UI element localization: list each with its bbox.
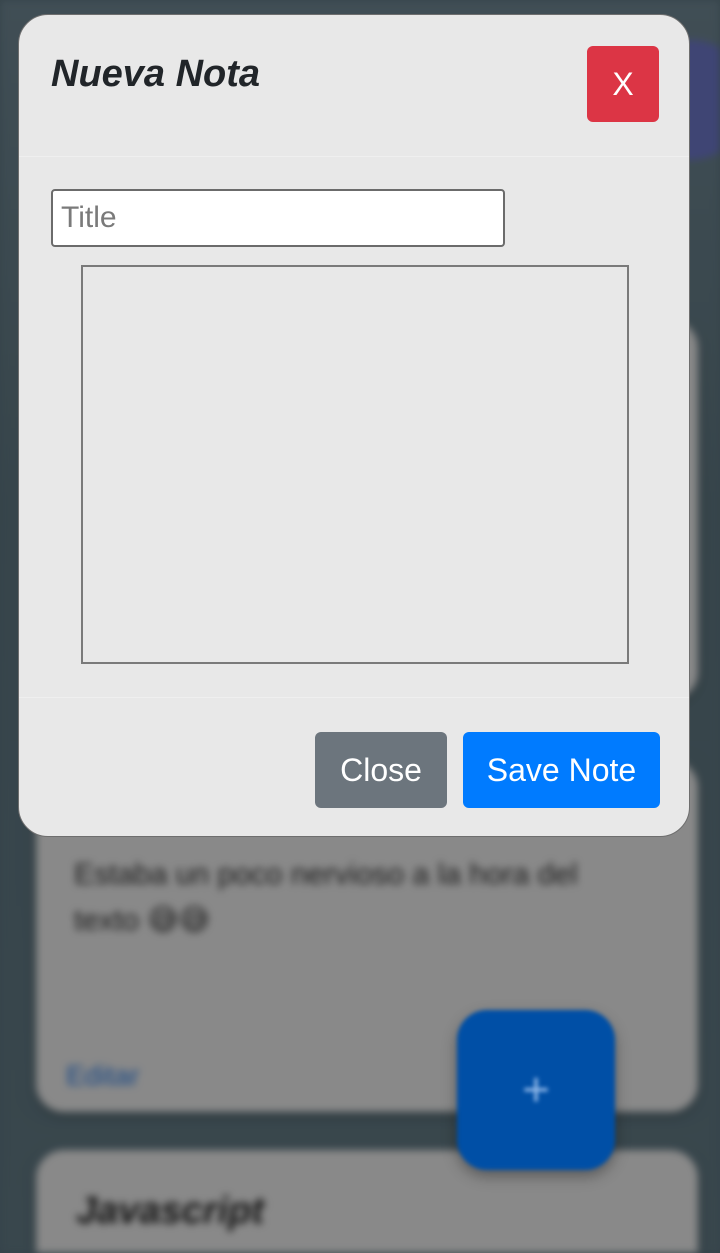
close-x-button[interactable]: X bbox=[587, 46, 659, 122]
modal-footer: Close Save Note bbox=[19, 697, 689, 836]
new-note-modal: Nueva Nota X Close Save Note bbox=[18, 14, 690, 837]
note-title-input[interactable] bbox=[51, 189, 505, 247]
save-note-button[interactable]: Save Note bbox=[463, 732, 660, 808]
close-button[interactable]: Close bbox=[315, 732, 447, 808]
note-body-textarea[interactable] bbox=[81, 265, 629, 664]
modal-title: Nueva Nota bbox=[51, 53, 261, 95]
plus-icon: + bbox=[521, 1063, 551, 1117]
modal-header: Nueva Nota X bbox=[19, 15, 689, 157]
add-note-fab: + bbox=[457, 1010, 615, 1170]
